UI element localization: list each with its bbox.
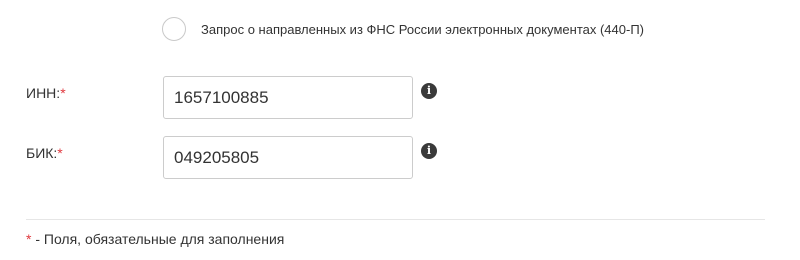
inn-input[interactable] [163, 76, 413, 119]
required-fields-note-text: - Поля, обязательные для заполнения [31, 231, 285, 247]
required-fields-note: * - Поля, обязательные для заполнения [26, 231, 284, 247]
bik-input[interactable] [163, 136, 413, 179]
form-container: Запрос о направленных из ФНС России элек… [0, 0, 800, 260]
required-mark: * [57, 145, 63, 161]
info-icon[interactable]: i [421, 143, 437, 159]
inn-label: ИНН:* [26, 85, 66, 101]
document-request-label[interactable]: Запрос о направленных из ФНС России элек… [201, 22, 644, 37]
bik-label: БИК:* [26, 145, 63, 161]
inn-row: ИНН:* i [0, 76, 800, 120]
document-request-radio[interactable] [162, 17, 186, 41]
required-mark: * [60, 85, 66, 101]
document-request-option[interactable]: Запрос о направленных из ФНС России элек… [162, 17, 644, 41]
info-icon[interactable]: i [421, 83, 437, 99]
bik-row: БИК:* i [0, 136, 800, 180]
divider [26, 219, 765, 220]
